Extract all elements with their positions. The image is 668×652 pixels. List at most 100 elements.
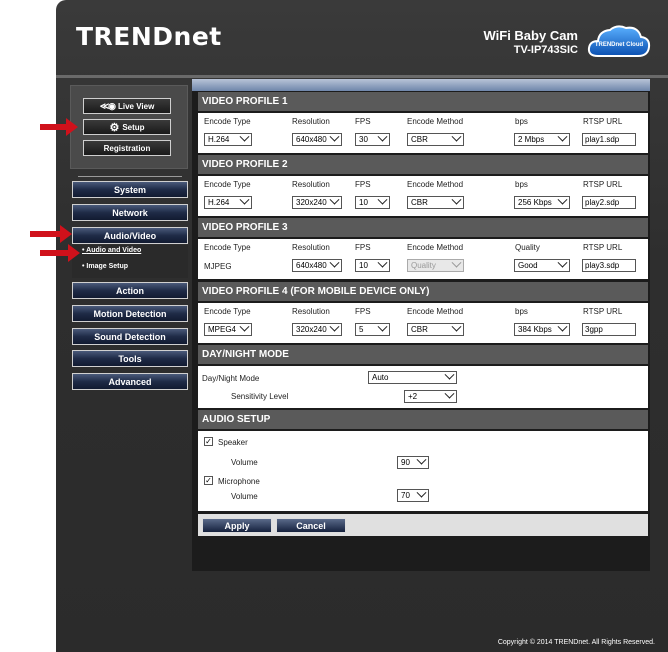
microphone-volume-label: Volume [231,492,258,501]
encode-method-select-disabled: Quality [407,257,464,272]
select-value: Auto [372,373,389,382]
submenu-image-setup[interactable]: • Image Setup [82,263,128,270]
sidebar-divider [78,176,182,177]
registration-button[interactable]: Registration [83,140,171,156]
fps-select[interactable]: 30 [355,131,390,146]
column-header: Resolution [292,117,330,126]
nav-action[interactable]: Action [72,282,188,299]
chevron-down-icon [416,454,427,465]
fps-select[interactable]: 5 [355,321,390,336]
select-value: 10 [359,261,368,270]
chevron-down-icon [377,131,388,142]
column-header: FPS [355,243,371,252]
nav-network[interactable]: Network [72,204,188,221]
chevron-down-icon [377,194,388,205]
column-header: Quality [515,243,540,252]
fps-select[interactable]: 10 [355,194,390,209]
eye-icon: ≪◉ [99,100,116,111]
speaker-volume-label: Volume [231,458,258,467]
sensitivity-level-select[interactable]: +2 [404,388,457,403]
column-header: RTSP URL [583,117,623,126]
profile-2-panel: Encode Type Resolution FPS Encode Method… [198,176,648,216]
column-header: Encode Method [407,180,464,189]
bitrate-select[interactable]: 384 Kbps [514,321,570,336]
resolution-select[interactable]: 320x240 [292,321,342,336]
header-divider [56,75,668,78]
submenu-item-label: Image Setup [86,263,129,270]
cloud-logo-text: TRENDnet Cloud [595,42,644,48]
column-header: FPS [355,180,371,189]
brand-logo: TRENDnet [76,22,222,51]
rtsp-url-input[interactable]: play1.sdp [582,133,636,146]
quality-select[interactable]: Good [514,257,570,272]
product-name: WiFi Baby Cam [483,28,578,43]
select-value: 640x480 [296,135,327,144]
encode-method-select[interactable]: CBR [407,131,464,146]
resolution-select[interactable]: 320x240 [292,194,342,209]
setup-button[interactable]: ⚙ Setup [83,119,171,135]
column-header: RTSP URL [583,180,623,189]
select-value: 384 Kbps [518,325,552,334]
content-top-bar [192,79,650,91]
chevron-down-icon [451,257,462,268]
encode-method-select[interactable]: CBR [407,321,464,336]
profile-1-panel: Encode Type Resolution FPS Encode Method… [198,113,648,153]
submenu-audio-and-video[interactable]: • Audio and Video [82,247,141,254]
column-header: Encode Type [204,243,251,252]
quick-access-panel: ≪◉ Live View ⚙ Setup Registration [70,85,188,169]
nav-audio-video[interactable]: Audio/Video [72,227,188,244]
column-header: FPS [355,307,371,316]
rtsp-url-input[interactable]: play3.sdp [582,259,636,272]
chevron-down-icon [239,131,250,142]
microphone-checkbox[interactable]: ✓ [204,476,213,485]
chevron-down-icon [377,257,388,268]
nav-advanced[interactable]: Advanced [72,373,188,390]
chevron-down-icon [557,131,568,142]
apply-button[interactable]: Apply [202,518,272,533]
audio-setup-header: AUDIO SETUP [198,410,648,429]
chevron-down-icon [451,194,462,205]
speaker-label: Speaker [218,438,248,447]
column-header: bps [515,117,528,126]
cancel-button[interactable]: Cancel [276,518,346,533]
column-header: Encode Type [204,307,251,316]
column-header: Resolution [292,180,330,189]
annotation-arrow-icon [30,225,72,243]
speaker-volume-select[interactable]: 90 [397,454,429,469]
select-value: CBR [411,325,428,334]
encode-type-select[interactable]: H.264 [204,194,252,209]
chevron-down-icon [451,321,462,332]
rtsp-url-input[interactable]: play2.sdp [582,196,636,209]
rtsp-url-input[interactable]: 3gpp [582,323,636,336]
chevron-down-icon [329,257,340,268]
resolution-select[interactable]: 640x480 [292,131,342,146]
fps-select[interactable]: 10 [355,257,390,272]
bitrate-select[interactable]: 256 Kbps [514,194,570,209]
day-night-mode-select[interactable]: Auto [368,369,457,384]
nav-tools[interactable]: Tools [72,350,188,367]
profile-3-header: VIDEO PROFILE 3 [198,218,648,237]
column-header: Encode Type [204,117,251,126]
microphone-volume-select[interactable]: 70 [397,487,429,502]
encode-type-select[interactable]: MPEG4 [204,321,252,336]
live-view-button[interactable]: ≪◉ Live View [83,98,171,114]
column-header: bps [515,180,528,189]
encode-type-select[interactable]: H.264 [204,131,252,146]
bitrate-select[interactable]: 2 Mbps [514,131,570,146]
nav-system[interactable]: System [72,181,188,198]
day-night-panel: Day/Night Mode Auto Sensitivity Level +2 [198,366,648,408]
select-value: H.264 [208,198,230,207]
profile-4-header: VIDEO PROFILE 4 (FOR MOBILE DEVICE ONLY) [198,282,648,301]
select-value: Good [518,261,538,270]
encode-method-select[interactable]: CBR [407,194,464,209]
sensitivity-level-label: Sensitivity Level [231,392,289,401]
chevron-down-icon [444,388,455,399]
resolution-select[interactable]: 640x480 [292,257,342,272]
nav-motion-detection[interactable]: Motion Detection [72,305,188,322]
select-value: CBR [411,135,428,144]
speaker-checkbox[interactable]: ✓ [204,437,213,446]
chevron-down-icon [451,131,462,142]
chevron-down-icon [557,321,568,332]
nav-sound-detection[interactable]: Sound Detection [72,328,188,345]
chevron-down-icon [239,321,250,332]
